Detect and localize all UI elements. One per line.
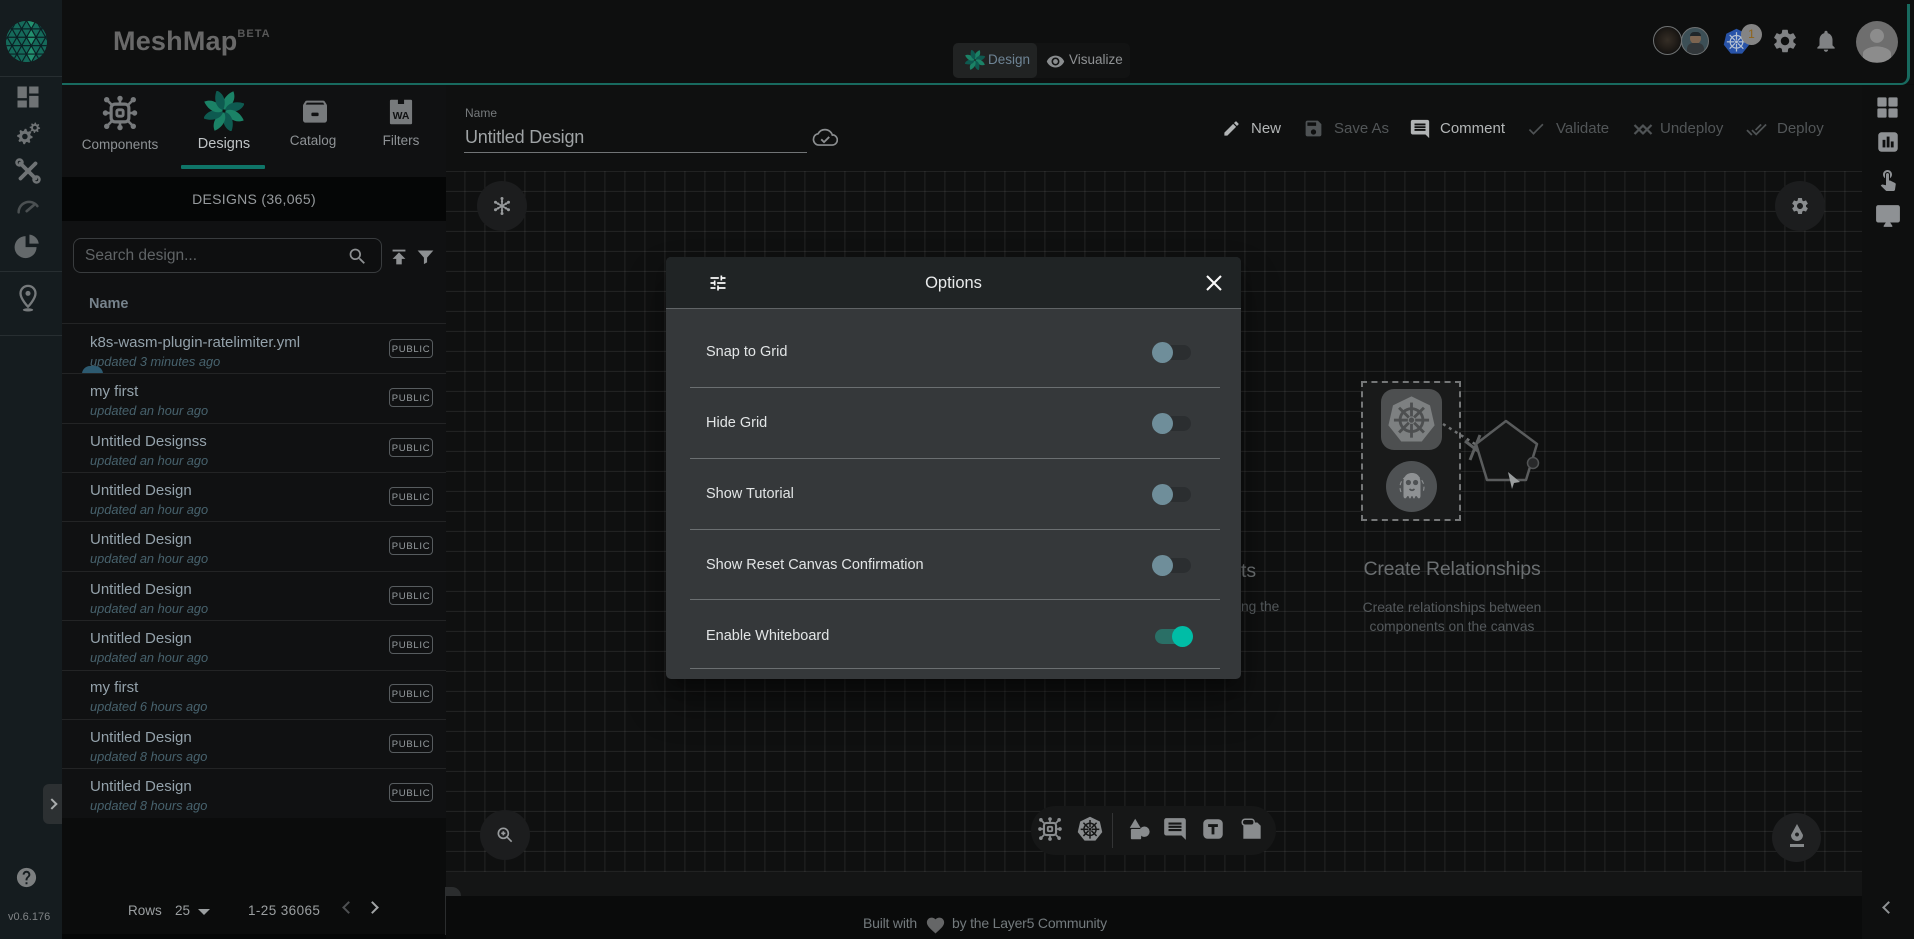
svg-text:WA: WA: [393, 111, 410, 122]
